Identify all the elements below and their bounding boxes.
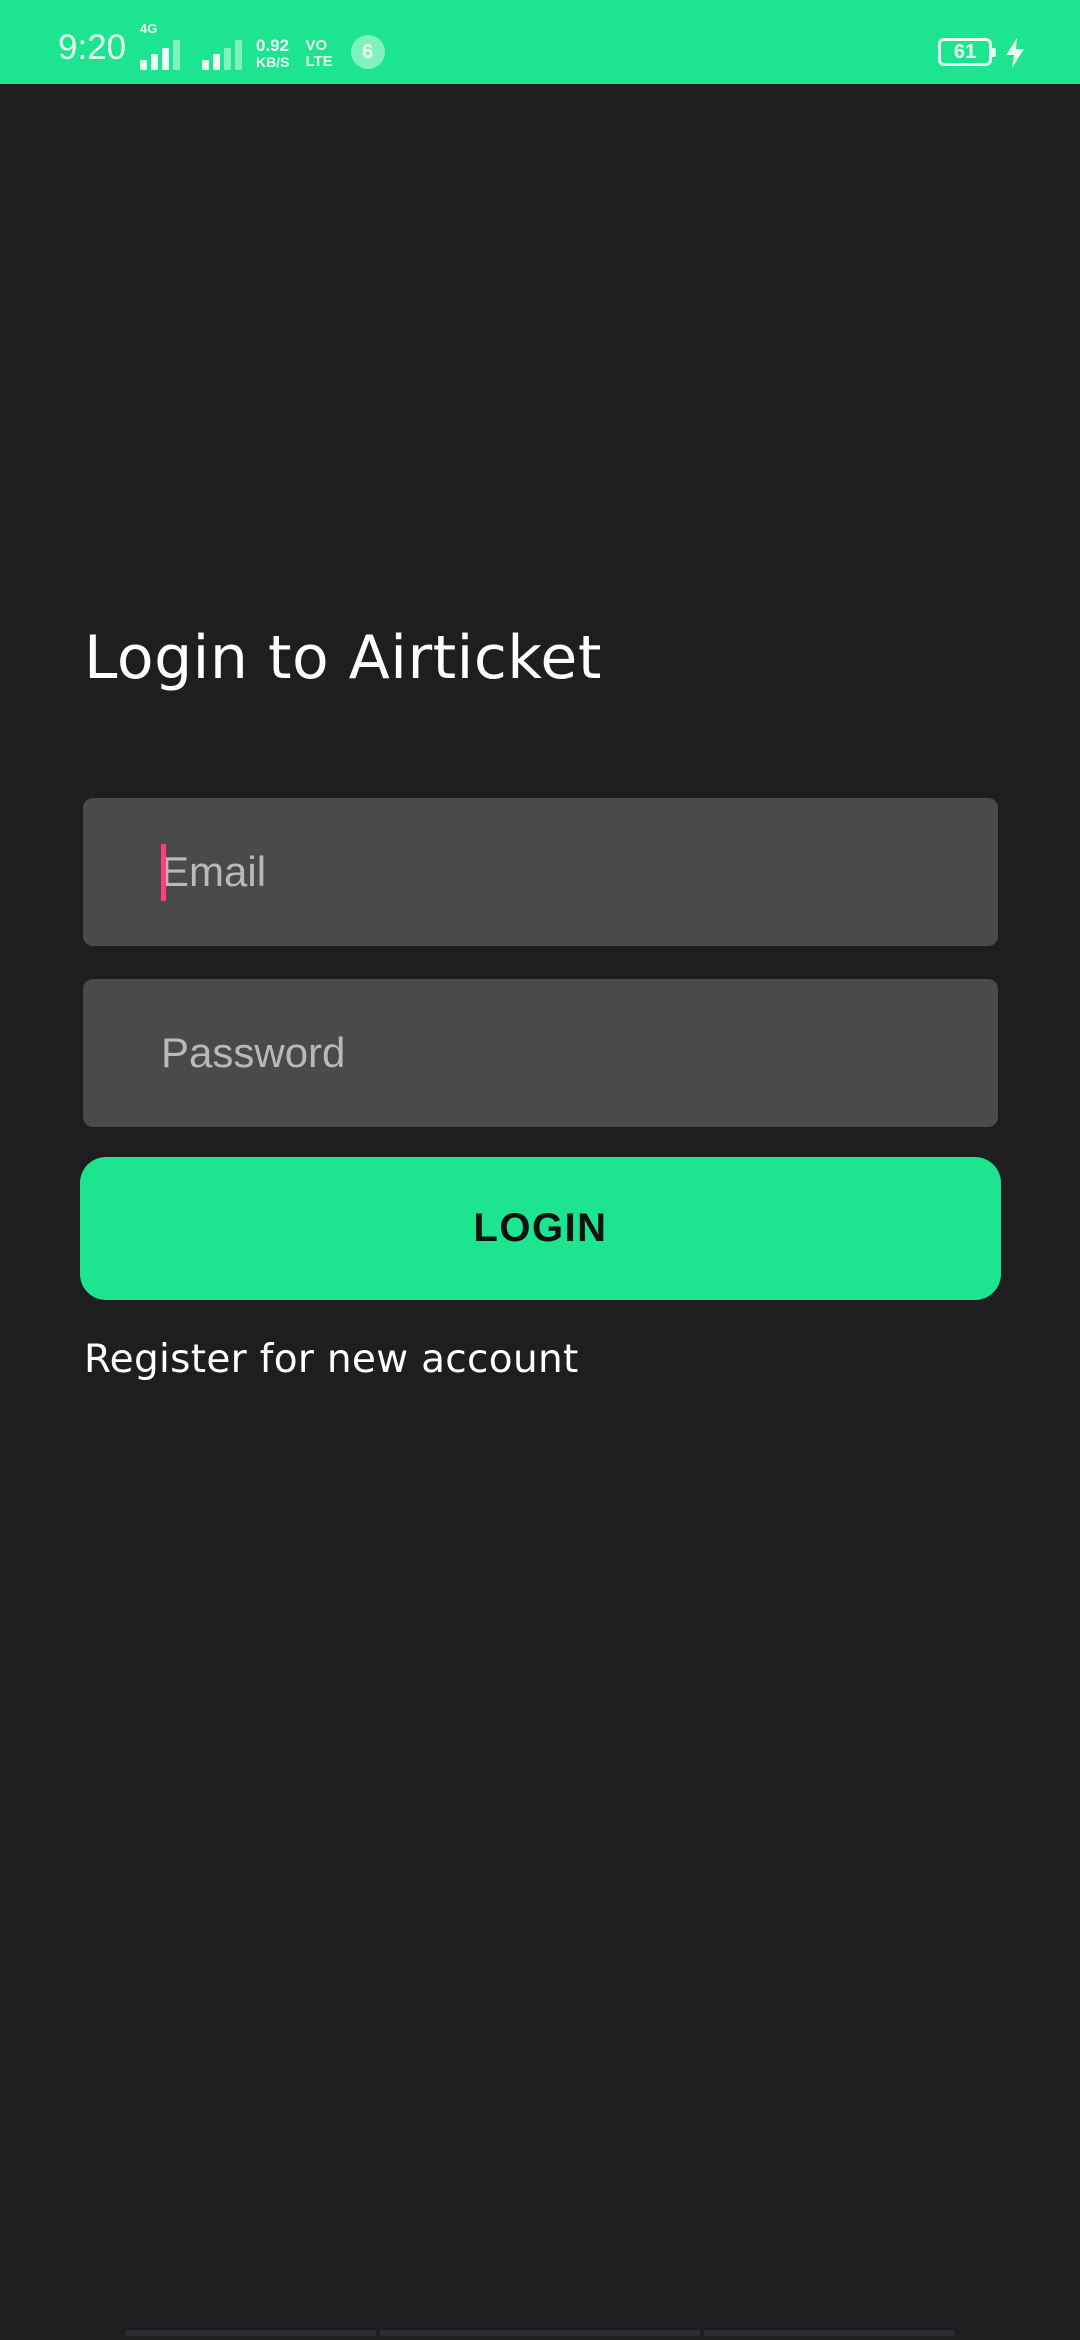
volte-line1: VO — [305, 37, 328, 54]
email-field[interactable] — [83, 798, 998, 946]
nav-hint-center — [380, 2330, 700, 2336]
status-bar: 9:20 4G 0.92 KB/S VO LTE 6 61 — [0, 0, 1080, 84]
data-speed: 0.92 KB/S — [256, 36, 290, 70]
password-field[interactable] — [83, 979, 998, 1127]
notification-count-badge: 6 — [350, 35, 385, 69]
navigation-hint-bar — [0, 2330, 1080, 2340]
signal-sim1-icon: 4G — [140, 22, 180, 70]
nav-hint-right — [704, 2330, 954, 2336]
email-field-container[interactable] — [83, 798, 998, 946]
network-type-label: 4G — [140, 21, 158, 36]
signal-sim2-icon — [202, 34, 242, 70]
volte-icon: VO LTE — [305, 38, 332, 70]
data-speed-value: 0.92 — [256, 36, 290, 55]
battery-level: 61 — [953, 40, 977, 63]
charging-icon — [1006, 38, 1024, 68]
status-time: 9:20 — [58, 28, 127, 67]
status-icons-left: 4G 0.92 KB/S VO LTE 6 — [140, 22, 385, 70]
login-screen: 9:20 4G 0.92 KB/S VO LTE 6 61 Login to A… — [0, 0, 1080, 2340]
register-link[interactable]: Register for new account — [84, 1340, 579, 1379]
password-field-container[interactable] — [83, 979, 998, 1127]
data-speed-unit: KB/S — [256, 54, 290, 70]
volte-line2: LTE — [305, 53, 333, 70]
page-title: Login to Airticket — [84, 623, 602, 693]
login-button[interactable]: LOGIN — [80, 1157, 1001, 1300]
battery-icon: 61 — [938, 38, 996, 66]
nav-hint-left — [126, 2330, 376, 2336]
